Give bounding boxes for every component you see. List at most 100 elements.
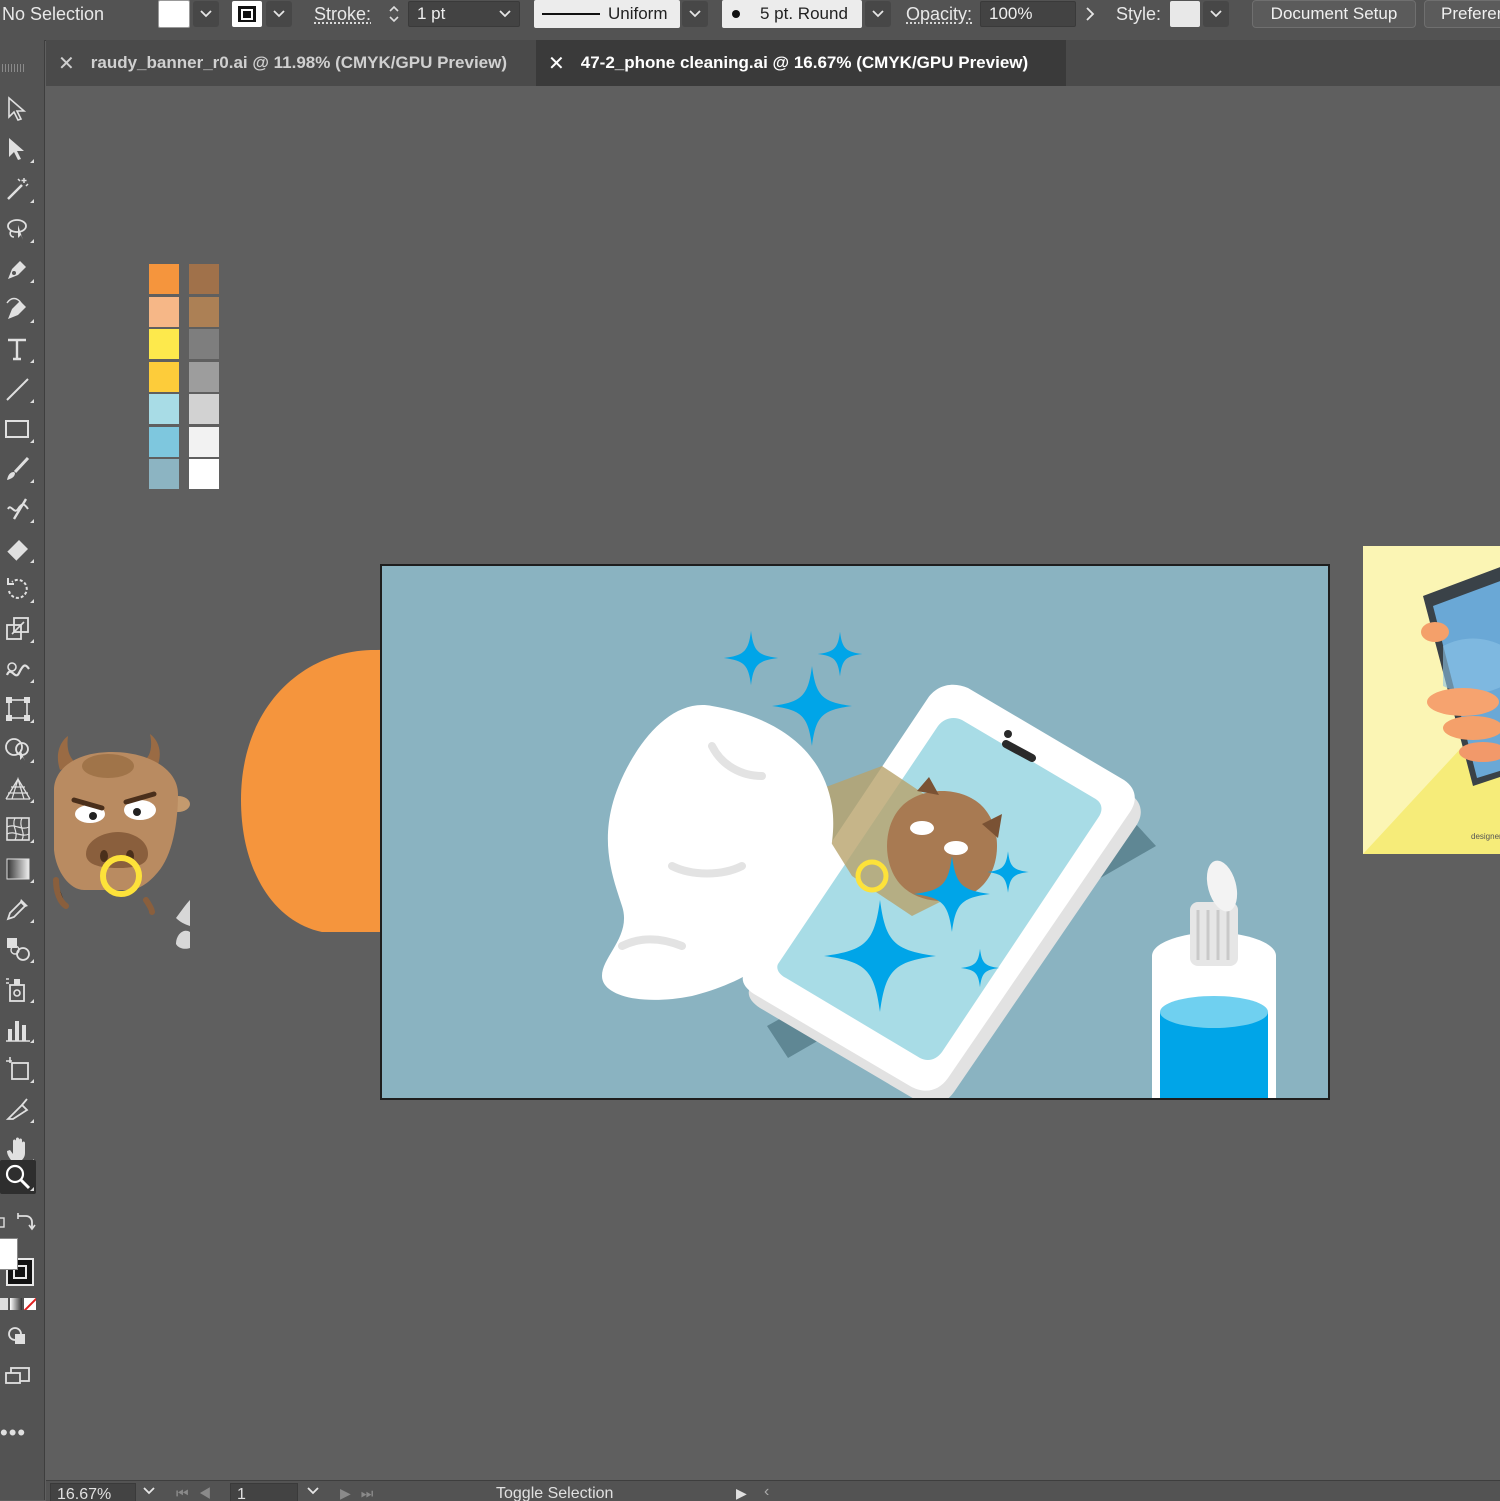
zoom-dropdown[interactable] (136, 1487, 162, 1501)
pen-tool-icon[interactable] (0, 252, 36, 286)
screen-mode-icon[interactable] (0, 1360, 36, 1394)
artboard-dropdown[interactable] (300, 1487, 326, 1501)
graphic-style-swatch[interactable] (1170, 0, 1200, 28)
shape-builder-tool-icon[interactable] (0, 732, 36, 766)
document-setup-button[interactable]: Document Setup (1252, 0, 1416, 28)
type-tool-icon[interactable] (0, 332, 36, 366)
shaper-tool-icon[interactable] (0, 492, 36, 526)
opacity-expand-button[interactable] (1080, 0, 1100, 28)
artboard-navigation-field[interactable]: 1 (230, 1483, 298, 1501)
draw-mode-icon[interactable] (0, 1320, 36, 1354)
chevron-down-icon (865, 1, 891, 27)
phone-hand-illustration (1363, 567, 1500, 854)
eraser-tool-icon[interactable] (0, 532, 36, 566)
fill-dropdown[interactable] (193, 0, 219, 28)
palette-swatch[interactable] (189, 329, 219, 359)
curvature-tool-icon[interactable] (0, 292, 36, 326)
stroke-line-preview (542, 13, 600, 15)
brush-dropdown[interactable] (865, 0, 891, 28)
stroke-weight-field[interactable]: 1 pt (408, 1, 520, 27)
style-dropdown[interactable] (1203, 0, 1229, 28)
brush-label: 5 pt. Round (760, 4, 848, 23)
chevron-left-icon[interactable]: ‹ (764, 1483, 769, 1501)
stroke-label[interactable]: Stroke: (314, 0, 371, 28)
rectangle-tool-icon[interactable] (0, 412, 36, 446)
close-icon[interactable]: ✕ (548, 51, 565, 76)
phone-cleaning-illustration (602, 630, 1276, 1098)
gradient-tool-icon[interactable] (0, 852, 36, 886)
stroke-weight-stepper[interactable] (382, 0, 406, 28)
tab-raudy-banner[interactable]: ✕ raudy_banner_r0.ai @ 11.98% (CMYK/GPU … (46, 40, 536, 86)
blend-tool-icon[interactable] (0, 932, 36, 966)
default-fill-stroke-swap[interactable] (0, 1212, 36, 1238)
rotate-tool-icon[interactable] (0, 572, 36, 606)
palette-swatch[interactable] (149, 296, 179, 327)
preferences-button[interactable]: Preferen (1424, 0, 1500, 28)
stroke-swatch[interactable] (232, 0, 262, 28)
lasso-tool-icon[interactable] (0, 212, 36, 246)
toggle-selection-label[interactable]: Toggle Selection (496, 1485, 613, 1501)
color-button[interactable] (0, 1298, 8, 1310)
palette-swatch[interactable] (149, 394, 179, 424)
palette-swatch[interactable] (189, 264, 219, 294)
chevron-down-icon (143, 1487, 155, 1495)
zoom-tool-icon[interactable] (0, 1160, 36, 1194)
opacity-field[interactable]: 100% (980, 1, 1076, 27)
stroke-weight-value: 1 pt (417, 4, 446, 23)
palette-swatch[interactable] (149, 264, 179, 294)
artboard[interactable] (380, 564, 1330, 1100)
play-icon[interactable]: ▶ (736, 1485, 747, 1501)
chevron-down-icon (682, 1, 708, 27)
gradient-button[interactable] (10, 1298, 22, 1310)
mesh-tool-icon[interactable] (0, 812, 36, 846)
opacity-label[interactable]: Opacity: (906, 0, 972, 28)
chevron-down-icon (193, 1, 219, 27)
palette-swatch[interactable] (189, 426, 219, 457)
bull-character-illustration (53, 734, 190, 949)
direct-selection-tool-icon[interactable] (0, 132, 36, 166)
tab-phone-cleaning[interactable]: ✕ 47-2_phone cleaning.ai @ 16.67% (CMYK/… (536, 40, 1066, 86)
secondary-artboard[interactable]: designer (1363, 546, 1500, 854)
canvas[interactable]: designer (46, 86, 1500, 1480)
zoom-field[interactable]: 16.67% (50, 1483, 136, 1501)
fill-indicator[interactable] (0, 1238, 18, 1270)
palette-swatch[interactable] (189, 296, 219, 327)
none-button[interactable] (24, 1298, 36, 1310)
close-icon[interactable]: ✕ (58, 51, 75, 76)
palette-swatch[interactable] (149, 361, 179, 392)
palette-swatch[interactable] (149, 426, 179, 457)
palette-swatch[interactable] (189, 394, 219, 424)
panel-grip[interactable] (2, 64, 26, 72)
line-segment-tool-icon[interactable] (0, 372, 36, 406)
next-last-artboard-icons[interactable]: ▶⏭ (340, 1485, 383, 1501)
tab-label: 47-2_phone cleaning.ai @ 16.67% (CMYK/GP… (580, 53, 1029, 72)
paintbrush-tool-icon[interactable] (0, 452, 36, 486)
warp-tool-icon[interactable] (0, 652, 36, 686)
column-graph-tool-icon[interactable] (0, 1012, 36, 1046)
eyedropper-tool-icon[interactable] (0, 892, 36, 926)
free-transform-tool-icon[interactable] (0, 692, 36, 726)
more-tools-icon[interactable]: ••• (0, 1420, 26, 1446)
profile-dropdown[interactable] (682, 0, 708, 28)
brush-definition[interactable]: 5 pt. Round (722, 0, 862, 28)
symbol-sprayer-tool-icon[interactable] (0, 972, 36, 1006)
brush-dot-icon (732, 10, 740, 18)
selection-status: No Selection (2, 3, 105, 24)
magic-wand-tool-icon[interactable] (0, 172, 36, 206)
selection-tool-icon[interactable] (0, 92, 36, 126)
perspective-grid-tool-icon[interactable] (0, 772, 36, 806)
stroke-profile-label: Uniform (608, 4, 668, 23)
fill-stroke-indicator[interactable] (0, 1238, 38, 1288)
slice-tool-icon[interactable] (0, 1092, 36, 1126)
fill-swatch[interactable] (158, 0, 190, 28)
scale-tool-icon[interactable] (0, 612, 36, 646)
palette-swatch[interactable] (189, 459, 219, 489)
palette-swatch[interactable] (149, 459, 179, 489)
first-prev-artboard-icons[interactable]: ⏮◀ (176, 1485, 221, 1501)
variable-width-profile[interactable]: Uniform (534, 0, 680, 28)
palette-swatch[interactable] (149, 329, 179, 359)
stroke-color-dropdown[interactable] (266, 0, 292, 28)
tools-panel: ••• (0, 40, 45, 1500)
artboard-tool-icon[interactable] (0, 1052, 36, 1086)
palette-swatch[interactable] (189, 361, 219, 392)
